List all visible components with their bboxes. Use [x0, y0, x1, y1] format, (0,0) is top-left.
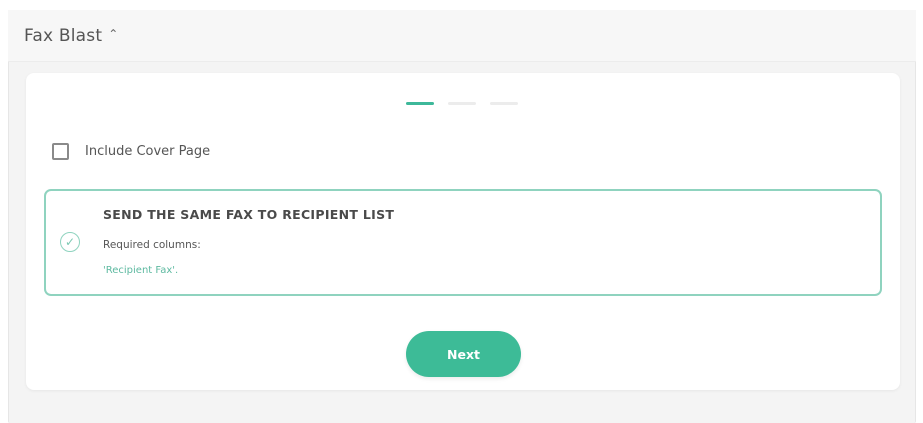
cover-page-checkbox[interactable] [52, 143, 69, 160]
step-3-indicator [490, 102, 518, 105]
step-1-indicator [406, 102, 434, 105]
chevron-up-icon[interactable]: ⌃ [108, 27, 118, 41]
wizard-card: Include Cover Page ✓ SEND THE SAME FAX T… [26, 73, 900, 390]
check-circle-icon: ✓ [60, 232, 80, 252]
page-title: Fax Blast [24, 25, 103, 46]
step-indicator [406, 102, 518, 105]
cover-page-option[interactable]: Include Cover Page [52, 143, 210, 160]
recipient-list-option[interactable]: ✓ SEND THE SAME FAX TO RECIPIENT LIST Re… [44, 189, 882, 296]
cover-page-label: Include Cover Page [85, 144, 211, 159]
required-columns-value: 'Recipient Fax'. [103, 265, 179, 276]
option-title: SEND THE SAME FAX TO RECIPIENT LIST [103, 207, 395, 222]
next-button[interactable]: Next [406, 331, 521, 377]
required-columns-label: Required columns: [103, 239, 201, 251]
panel-header[interactable]: Fax Blast ⌃ [8, 10, 916, 62]
step-2-indicator [448, 102, 476, 105]
